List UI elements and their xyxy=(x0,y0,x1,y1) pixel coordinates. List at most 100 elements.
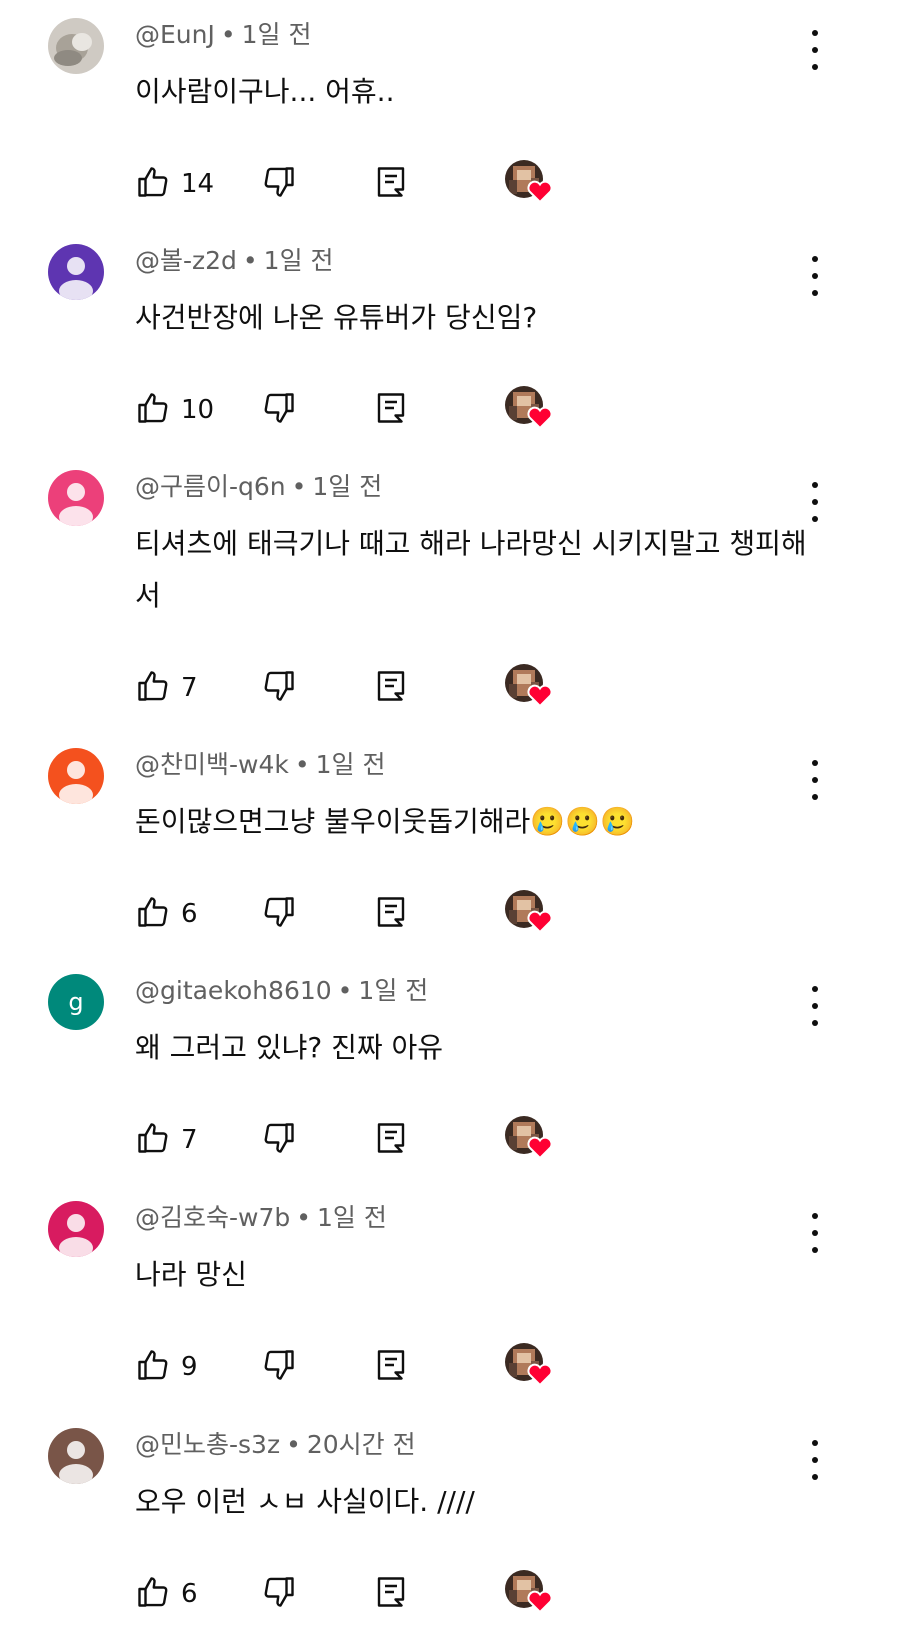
comment-time: 1일 전 xyxy=(315,750,386,779)
creator-heart-icon xyxy=(527,910,553,934)
comment-meta: @볼-z2d • 1일 전 xyxy=(135,246,334,276)
thumb-up-icon xyxy=(135,894,171,934)
more-vert-icon[interactable] xyxy=(805,1440,825,1480)
avatar[interactable]: g xyxy=(48,974,104,1030)
dislike-button[interactable] xyxy=(261,1574,297,1614)
creator-heart-icon xyxy=(527,1136,553,1160)
comment-text: 이사람이구나... 어휴.. xyxy=(135,75,395,108)
more-vert-icon[interactable] xyxy=(805,256,825,296)
comment-author[interactable]: @민노총-s3z xyxy=(135,1430,280,1459)
creator-heart-badge xyxy=(505,1343,553,1391)
reply-button[interactable] xyxy=(373,1120,409,1160)
comment-time: 1일 전 xyxy=(358,976,429,1005)
meta-separator: • xyxy=(242,246,258,275)
reply-icon xyxy=(373,668,409,708)
thumb-up-icon xyxy=(135,390,171,430)
reply-button[interactable] xyxy=(373,164,409,204)
avatar[interactable] xyxy=(48,748,104,804)
dislike-button[interactable] xyxy=(261,894,297,934)
comment-author[interactable]: @구름이-q6n xyxy=(135,472,286,501)
like-button[interactable]: 7 xyxy=(135,1120,198,1160)
thumb-down-icon xyxy=(261,1574,297,1614)
avatar-letter: g xyxy=(48,974,104,1030)
avatar[interactable] xyxy=(48,1428,104,1484)
avatar[interactable] xyxy=(48,244,104,300)
comment-meta: @찬미백-w4k • 1일 전 xyxy=(135,750,385,780)
creator-heart-badge xyxy=(505,386,553,434)
thumb-down-icon xyxy=(261,1347,297,1387)
thumb-down-icon xyxy=(261,668,297,708)
reply-button[interactable] xyxy=(373,1574,409,1614)
dislike-button[interactable] xyxy=(261,668,297,708)
reply-icon xyxy=(373,390,409,430)
comment-time: 1일 전 xyxy=(241,20,312,49)
like-count: 14 xyxy=(181,169,215,199)
dislike-button[interactable] xyxy=(261,1120,297,1160)
thumb-down-icon xyxy=(261,164,297,204)
comment-author[interactable]: @김호숙-w7b xyxy=(135,1203,290,1232)
comment-text: 나라 망신 xyxy=(135,1258,247,1291)
comment-meta: @EunJ • 1일 전 xyxy=(135,20,311,50)
reply-icon xyxy=(373,894,409,934)
comment-author[interactable]: @찬미백-w4k xyxy=(135,750,289,779)
comment-time: 20시간 전 xyxy=(306,1430,416,1459)
thumb-up-icon xyxy=(135,1574,171,1614)
comment-item: @민노총-s3z • 20시간 전 오우 이런 ㅅㅂ 사실이다. //// 6 xyxy=(0,1410,900,1646)
reply-icon xyxy=(373,1347,409,1387)
thumb-down-icon xyxy=(261,1120,297,1160)
comment-meta: @김호숙-w7b • 1일 전 xyxy=(135,1203,387,1233)
comment-item: @구름이-q6n • 1일 전 티셔츠에 태극기나 때고 해라 나라망신 시키지말고… xyxy=(0,452,900,708)
comment-meta: @민노총-s3z • 20시간 전 xyxy=(135,1430,416,1460)
comment-author[interactable]: @gitaekoh8610 xyxy=(135,976,332,1005)
dislike-button[interactable] xyxy=(261,390,297,430)
like-count: 9 xyxy=(181,1352,198,1382)
avatar[interactable] xyxy=(48,18,104,74)
avatar[interactable] xyxy=(48,1201,104,1257)
comment-item: @찬미백-w4k • 1일 전 돈이많으면그냥 불우이웃돕기해라🥲🥲🥲 6 xyxy=(0,730,900,966)
meta-separator: • xyxy=(296,1203,311,1232)
comment-author[interactable]: @EunJ xyxy=(135,20,215,49)
dislike-button[interactable] xyxy=(261,164,297,204)
comment-author[interactable]: @볼-z2d xyxy=(135,246,237,275)
reply-button[interactable] xyxy=(373,390,409,430)
like-button[interactable]: 6 xyxy=(135,1574,198,1614)
reply-icon xyxy=(373,1120,409,1160)
creator-heart-badge xyxy=(505,1116,553,1164)
thumb-down-icon xyxy=(261,894,297,934)
comment-item: g @gitaekoh8610 • 1일 전 왜 그러고 있냐? 진짜 아유 7 xyxy=(0,956,900,1192)
more-vert-icon[interactable] xyxy=(805,760,825,800)
comment-text: 티셔츠에 태극기나 때고 해라 나라망신 시키지말고 챙피해서 xyxy=(135,527,807,612)
creator-heart-badge xyxy=(505,664,553,712)
like-count: 7 xyxy=(181,673,198,703)
like-count: 6 xyxy=(181,899,198,929)
like-button[interactable]: 6 xyxy=(135,894,198,934)
comment-meta: @gitaekoh8610 • 1일 전 xyxy=(135,976,428,1006)
comment-item: @볼-z2d • 1일 전 사건반장에 나온 유튜버가 당신임? 10 xyxy=(0,226,900,462)
creator-heart-badge xyxy=(505,890,553,938)
meta-separator: • xyxy=(286,1430,301,1459)
like-button[interactable]: 9 xyxy=(135,1347,198,1387)
like-count: 7 xyxy=(181,1125,198,1155)
reply-button[interactable] xyxy=(373,668,409,708)
comment-text: 오우 이런 ㅅㅂ 사실이다. //// xyxy=(135,1485,475,1518)
meta-separator: • xyxy=(294,750,310,779)
more-vert-icon[interactable] xyxy=(805,986,825,1026)
thumb-up-icon xyxy=(135,668,171,708)
avatar[interactable] xyxy=(48,470,104,526)
like-button[interactable]: 10 xyxy=(135,390,214,430)
more-vert-icon[interactable] xyxy=(805,30,825,70)
reply-button[interactable] xyxy=(373,894,409,934)
creator-heart-badge xyxy=(505,1570,553,1618)
dislike-button[interactable] xyxy=(261,1347,297,1387)
reply-icon xyxy=(373,1574,409,1614)
more-vert-icon[interactable] xyxy=(805,482,825,522)
reply-button[interactable] xyxy=(373,1347,409,1387)
comment-time: 1일 전 xyxy=(317,1203,387,1232)
creator-heart-icon xyxy=(527,1363,553,1387)
like-button[interactable]: 7 xyxy=(135,668,198,708)
like-button[interactable]: 14 xyxy=(135,164,214,204)
thumb-up-icon xyxy=(135,164,171,204)
more-vert-icon[interactable] xyxy=(805,1213,825,1253)
meta-separator: • xyxy=(291,472,307,501)
comment-text: 사건반장에 나온 유튜버가 당신임? xyxy=(135,301,538,334)
